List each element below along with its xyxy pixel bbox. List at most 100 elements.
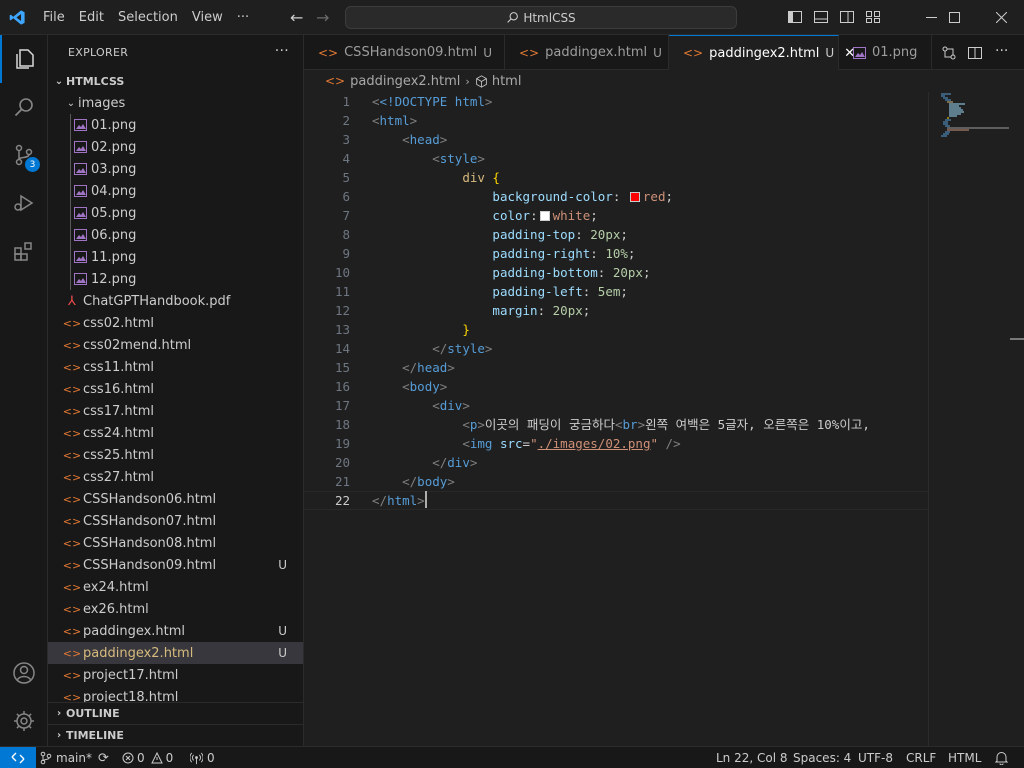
image-file-item[interactable]: 01.png — [48, 114, 303, 136]
image-file-item[interactable]: 12.png — [48, 268, 303, 290]
tab-paddingex2[interactable]: <> paddingex2.html U ✕ — [669, 35, 855, 70]
file-item[interactable]: <> paddingex2.html U — [48, 642, 303, 664]
customize-layout-icon[interactable] — [865, 9, 881, 25]
files-icon — [16, 49, 34, 69]
file-item[interactable]: <> CSSHandson08.html — [48, 532, 303, 554]
file-item[interactable]: <> CSSHandson06.html — [48, 488, 303, 510]
menu-file[interactable]: File — [36, 0, 72, 35]
toggle-primary-sidebar-icon[interactable] — [787, 9, 803, 25]
file-item[interactable]: ⅄ ChatGPTHandbook.pdf — [48, 290, 303, 312]
remote-button[interactable] — [0, 747, 36, 768]
workspace-root[interactable]: ⌄ HTMLCSS — [48, 70, 303, 92]
file-item[interactable]: <> css16.html — [48, 378, 303, 400]
search-view-button[interactable] — [0, 83, 48, 131]
minimap[interactable] — [928, 92, 1010, 746]
close-window-button[interactable] — [978, 0, 1024, 35]
vertical-scrollbar[interactable] — [1010, 92, 1024, 746]
file-item[interactable]: <> CSSHandson09.html U — [48, 554, 303, 576]
command-center-search[interactable]: HtmlCSS — [345, 6, 737, 29]
back-arrow-icon[interactable]: ← — [290, 8, 303, 27]
html-file-icon: <> — [318, 45, 339, 60]
menu-more[interactable]: ··· — [230, 0, 256, 35]
line-ending[interactable]: CRLF — [906, 747, 936, 768]
css-property: padding-right — [492, 246, 591, 261]
html-file-icon: <> — [62, 602, 82, 616]
language-mode[interactable]: HTML — [948, 747, 981, 768]
tag-name: body — [417, 474, 448, 489]
folder-images[interactable]: ⌄ images — [48, 92, 303, 114]
color-swatch-red[interactable] — [629, 192, 640, 202]
image-file-item[interactable]: 11.png — [48, 246, 303, 268]
folder-label: images — [78, 95, 126, 111]
image-file-item[interactable]: 02.png — [48, 136, 303, 158]
notifications-bell-icon[interactable] — [995, 747, 1008, 768]
image-path-link[interactable]: ./images/02.png — [538, 436, 651, 451]
file-label: CSSHandson07.html — [83, 513, 217, 529]
tab-01-png[interactable]: 01.png — [839, 35, 932, 70]
ports-indicator[interactable]: 0 — [190, 747, 215, 768]
accounts-button[interactable] — [0, 649, 48, 697]
sync-icon[interactable]: ⟳ — [98, 751, 109, 766]
more-actions-icon[interactable]: ··· — [275, 43, 289, 59]
image-file-icon — [72, 227, 88, 243]
menu-view[interactable]: View — [185, 0, 230, 35]
run-debug-button[interactable] — [0, 179, 48, 227]
code-line-19: <img src="./images/02.png" /> — [462, 436, 681, 451]
tag-name: style — [439, 151, 478, 166]
image-file-item[interactable]: 06.png — [48, 224, 303, 246]
extensions-button[interactable] — [0, 227, 48, 275]
tab-csshandson09[interactable]: <> CSSHandson09.html U — [304, 35, 505, 70]
file-item[interactable]: <> ex24.html — [48, 576, 303, 598]
more-actions-icon[interactable]: ··· — [995, 43, 1008, 59]
close-icon — [995, 12, 1007, 23]
color-swatch-white[interactable] — [539, 211, 550, 221]
problems-indicator[interactable]: 0 0 — [122, 747, 173, 768]
open-changes-icon[interactable] — [941, 45, 957, 61]
editor-tabs: <> CSSHandson09.html U <> paddingex.html… — [304, 35, 1024, 70]
code-line-7: color: white; — [492, 208, 598, 223]
maximize-button[interactable] — [931, 0, 977, 35]
forward-arrow-icon[interactable]: → — [316, 8, 329, 27]
image-file-item[interactable]: 04.png — [48, 180, 303, 202]
file-item[interactable]: <> css25.html — [48, 444, 303, 466]
file-item[interactable]: <> project17.html — [48, 664, 303, 686]
encoding[interactable]: UTF-8 — [858, 747, 893, 768]
file-item[interactable]: <> css27.html — [48, 466, 303, 488]
tab-label: CSSHandson09.html — [344, 45, 478, 60]
branch-indicator[interactable]: main* ⟳ — [40, 747, 109, 768]
file-item[interactable]: <> CSSHandson07.html — [48, 510, 303, 532]
image-file-item[interactable]: 03.png — [48, 158, 303, 180]
cursor-position[interactable]: Ln 22, Col 8 — [716, 747, 788, 768]
code-line-15: </head> — [402, 360, 455, 375]
file-item[interactable]: <> css11.html — [48, 356, 303, 378]
outline-section[interactable]: › OUTLINE — [48, 702, 303, 724]
file-item[interactable]: <> ex26.html — [48, 598, 303, 620]
split-editor-icon[interactable] — [967, 45, 983, 61]
file-item[interactable]: <> paddingex.html U — [48, 620, 303, 642]
file-item[interactable]: <> project18.html — [48, 686, 303, 703]
file-item[interactable]: <> css24.html — [48, 422, 303, 444]
explorer-button[interactable] — [0, 35, 48, 83]
timeline-section[interactable]: › TIMELINE — [48, 724, 303, 746]
file-item[interactable]: <> css02mend.html — [48, 334, 303, 356]
code-area[interactable]: <<!DOCTYPE html> <html> <head> <style> d… — [372, 92, 928, 510]
line-number: 17 — [334, 398, 350, 413]
breadcrumb-symbol[interactable]: html — [492, 74, 522, 89]
search-icon — [14, 98, 33, 117]
code-editor[interactable]: 1 2 3 4 5 6 7 8 9 10 11 12 13 14 15 16 17 18 19 20 21 22 <<!D… — [304, 92, 1024, 746]
source-control-button[interactable]: 3 — [0, 131, 48, 179]
breadcrumb-file[interactable]: paddingex2.html — [350, 74, 460, 89]
image-file-item[interactable]: 05.png — [48, 202, 303, 224]
menu-edit[interactable]: Edit — [72, 0, 111, 35]
tab-paddingex[interactable]: <> paddingex.html U — [505, 35, 669, 70]
css-property: padding-bottom — [492, 265, 598, 280]
file-item[interactable]: <> css17.html — [48, 400, 303, 422]
menu-selection[interactable]: Selection — [111, 0, 185, 35]
code-line-12: margin: 20px; — [492, 303, 591, 318]
indentation[interactable]: Spaces: 4 — [793, 747, 851, 768]
toggle-panel-icon[interactable] — [813, 9, 829, 25]
file-item[interactable]: <> css02.html — [48, 312, 303, 334]
toggle-secondary-sidebar-icon[interactable] — [839, 9, 855, 25]
doctype-keyword: <!DOCTYPE — [379, 94, 448, 109]
manage-button[interactable] — [0, 697, 48, 745]
